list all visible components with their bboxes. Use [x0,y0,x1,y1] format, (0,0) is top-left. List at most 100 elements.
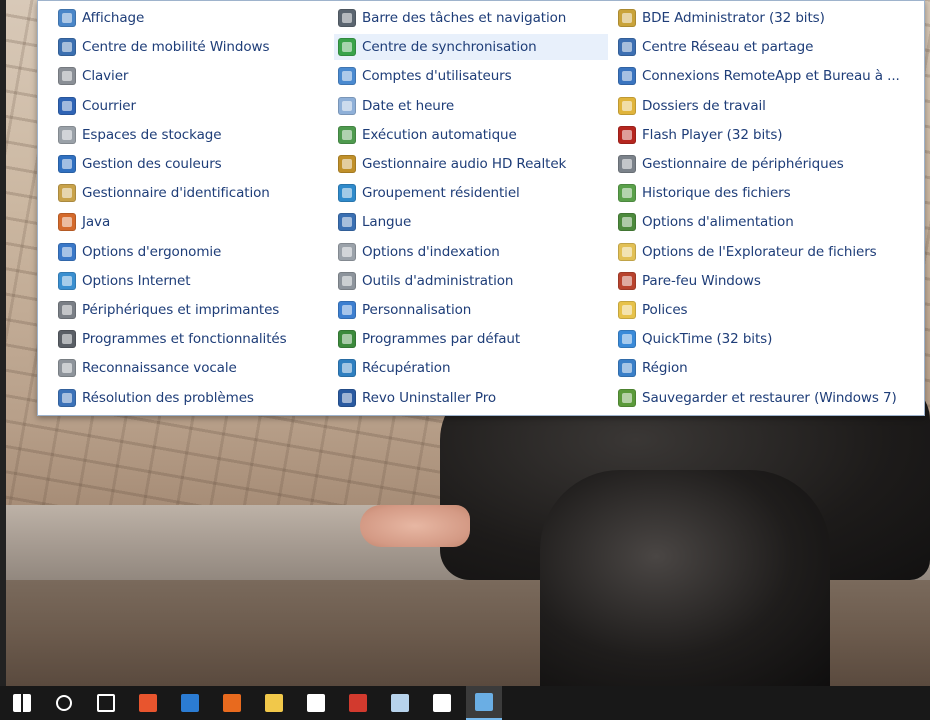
control-panel-item[interactable]: Récupération [334,355,608,381]
taskbar-button[interactable] [214,686,250,720]
control-panel-item[interactable]: Revo Uninstaller Pro [334,385,608,411]
control-panel-item-label: Date et heure [362,97,455,114]
control-panel-item-label: Espaces de stockage [82,126,222,143]
firewall-icon [618,271,636,290]
troubleshooting-icon [58,388,76,407]
control-panel-item-label: Programmes par défaut [362,331,521,348]
control-panel-item-label: Flash Player (32 bits) [642,126,783,143]
control-panel-item[interactable]: Polices [614,297,888,323]
personalization-icon [338,301,356,319]
control-panel-item[interactable]: Programmes et fonctionnalités [54,326,328,352]
control-panel-item-label: BDE Administrator (32 bits) [642,10,825,26]
flash-player-icon [618,125,636,144]
control-panel-item[interactable]: Pare-feu Windows [614,268,888,294]
control-panel-item-label: Options Internet [82,272,191,289]
taskbar-button[interactable] [172,686,208,720]
power-options-icon [618,213,636,232]
taskbar-button[interactable] [466,686,502,720]
control-panel-item[interactable]: Gestionnaire d'identification [54,180,328,206]
remoteapp-icon [618,67,636,86]
wallpaper-person-legs [540,470,830,686]
control-panel-item-label: Centre Réseau et partage [642,39,814,56]
taskbar-icon [338,9,356,27]
control-panel-item[interactable]: Groupement résidentiel [334,180,608,206]
taskbar-button[interactable] [88,686,124,720]
taskbar-button[interactable] [340,686,376,720]
storage-spaces-icon [58,125,76,144]
control-panel-item-label: Options d'ergonomie [82,243,222,260]
firefox-icon [223,694,241,712]
control-panel-item[interactable]: Gestionnaire de périphériques [614,151,888,177]
taskbar [0,686,930,720]
control-panel-item[interactable]: Options Internet [54,268,328,294]
mail-icon [58,96,76,115]
taskbar-button[interactable] [424,686,460,720]
taskbar-button[interactable] [130,686,166,720]
control-panel-item[interactable]: Barre des tâches et navigation [334,5,608,31]
credential-manager-icon [58,184,76,203]
control-panel-flyout: Affichage Centre de mobilité Windows Clavi… [37,0,925,416]
control-panel-item-label: Courrier [82,97,136,114]
control-panel-item[interactable]: Résolution des problèmes [54,385,328,411]
microphone-icon [58,359,76,378]
control-panel-item[interactable]: Options d'ergonomie [54,239,328,265]
control-panel-item[interactable]: BDE Administrator (32 bits) [614,5,888,31]
control-panel-item[interactable]: Programmes par défaut [334,326,608,352]
work-folders-icon [618,96,636,115]
language-icon [338,213,356,232]
control-panel-item[interactable]: Options de l'Explorateur de fichiers [614,239,888,265]
control-panel-item-label: Gestionnaire de périphériques [642,156,844,172]
control-panel-item-label: Résolution des problèmes [82,389,254,406]
control-panel-item[interactable]: Sauvegarder et restaurer (Windows 7) [614,385,897,411]
control-panel-item[interactable]: Personnalisation [334,297,608,323]
taskbar-button[interactable] [256,686,292,720]
taskbar-button[interactable] [382,686,418,720]
taskbar-button[interactable] [46,686,82,720]
control-panel-item[interactable]: Gestionnaire audio HD Realtek [334,151,608,177]
control-panel-item[interactable]: Affichage [54,5,328,31]
autoplay-icon [338,125,356,144]
edge-icon [181,694,199,712]
control-panel-item-label: Java [82,214,111,231]
control-panel-item[interactable]: Outils d'administration [334,268,608,294]
control-panel-item-label: Récupération [362,360,451,377]
control-panel-item[interactable]: Connexions RemoteApp et Bureau à ... [614,63,900,89]
control-panel-item[interactable]: Date et heure [334,93,608,119]
control-panel-item-label: Centre de mobilité Windows [82,39,270,56]
control-panel-item[interactable]: Gestion des couleurs [54,151,328,177]
control-panel-item[interactable]: Courrier [54,93,328,119]
control-panel-item[interactable]: Options d'alimentation [614,209,888,235]
control-panel-item[interactable]: Région [614,355,888,381]
control-panel-item-label: Outils d'administration [362,272,514,289]
control-panel-item[interactable]: Historique des fichiers [614,180,888,206]
control-panel-item-label: Exécution automatique [362,126,517,143]
control-panel-item-label: Gestion des couleurs [82,156,222,172]
mobility-center-icon [58,38,76,57]
control-panel-item[interactable]: Centre de mobilité Windows [54,34,328,60]
control-panel-item[interactable]: QuickTime (32 bits) [614,326,888,352]
ccleaner-icon [349,694,367,712]
control-panel-item[interactable]: Dossiers de travail [614,93,888,119]
bde-admin-icon [618,9,636,27]
control-panel-item[interactable]: Centre de synchronisation [334,34,608,61]
control-panel-item[interactable]: Langue [334,209,608,235]
ease-of-access-icon [58,242,76,261]
control-panel-item[interactable]: Espaces de stockage [54,122,328,148]
control-panel-item[interactable]: Options d'indexation [334,239,608,265]
control-panel-item-label: Personnalisation [362,302,472,318]
taskbar-button[interactable] [298,686,334,720]
control-panel-item[interactable]: Java [54,209,328,235]
control-panel-item[interactable]: Comptes d'utilisateurs [334,63,608,89]
control-panel-item[interactable]: Périphériques et imprimantes [54,297,328,323]
taskbar-button[interactable] [4,686,40,720]
revo-uninstaller-icon [338,388,356,407]
control-panel-item[interactable]: Clavier [54,63,328,89]
admin-tools-icon [338,271,356,290]
control-panel-item[interactable]: Centre Réseau et partage [614,34,888,60]
control-panel-item[interactable]: Exécution automatique [334,122,608,148]
explorer-options-icon [618,242,636,261]
control-panel-item-label: Centre de synchronisation [362,39,537,56]
control-panel-item[interactable]: Flash Player (32 bits) [614,122,888,148]
printer-icon [58,301,76,319]
control-panel-item[interactable]: Reconnaissance vocale [54,355,328,381]
